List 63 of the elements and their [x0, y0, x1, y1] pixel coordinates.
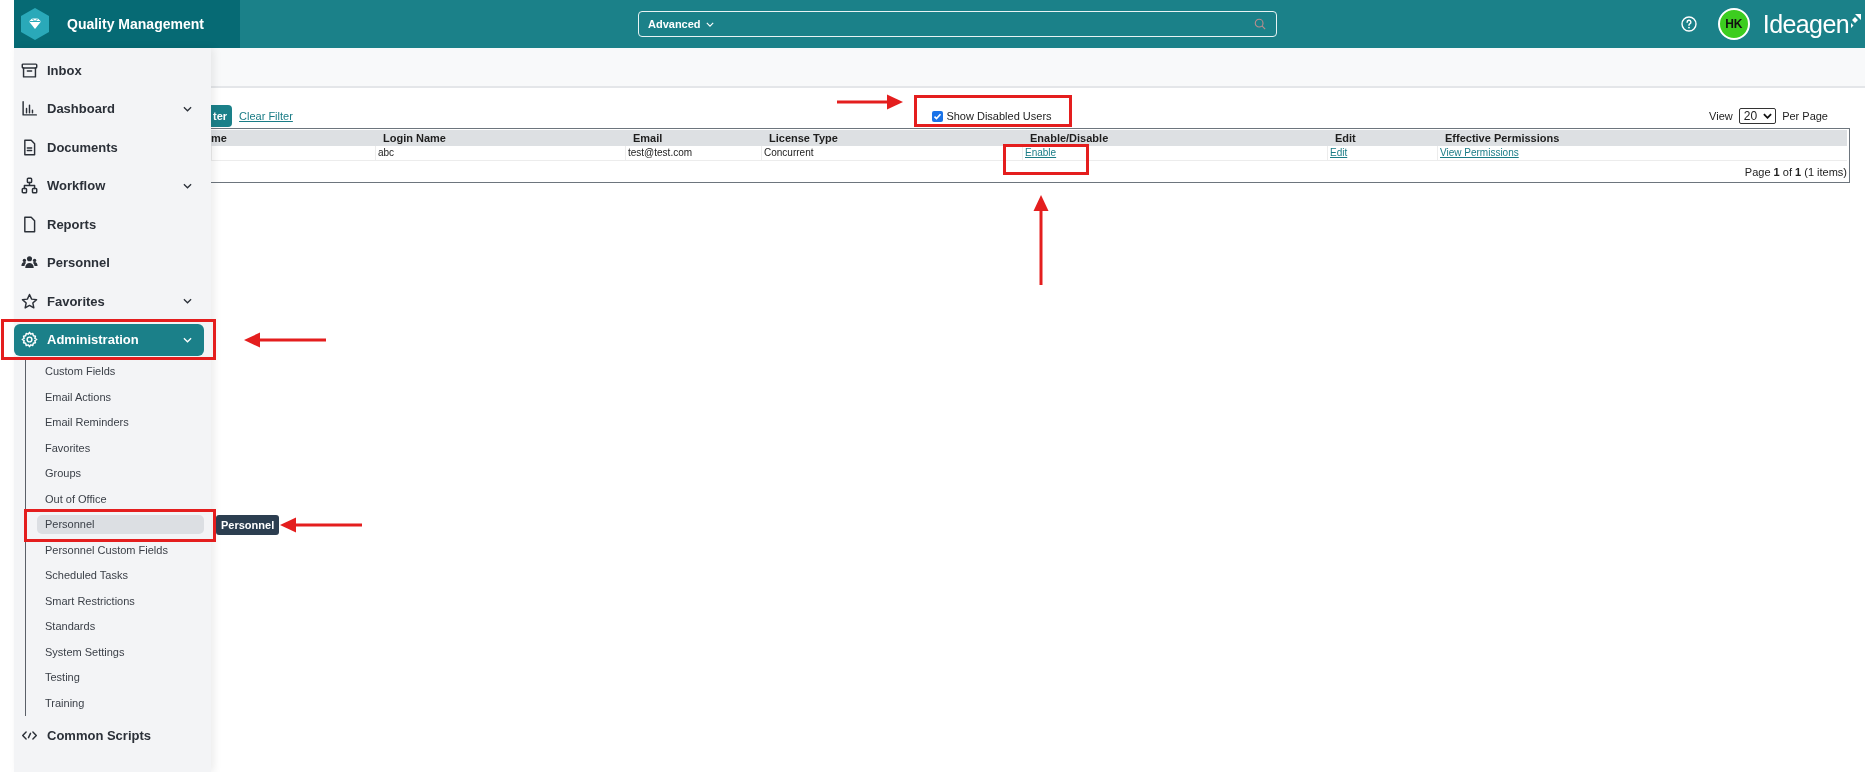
- submenu-item[interactable]: System Settings: [37, 642, 204, 662]
- column-header: Edit: [1334, 132, 1357, 144]
- checkbox-label[interactable]: Show Disabled Users: [946, 110, 1052, 122]
- table-link[interactable]: Enable: [1025, 147, 1057, 158]
- clear-filter-link[interactable]: Clear Filter: [239, 110, 293, 122]
- submenu-item[interactable]: Out of Office: [37, 489, 204, 509]
- page-icon: [21, 215, 38, 233]
- user-avatar[interactable]: HK: [1717, 8, 1750, 40]
- nav-item[interactable]: Inbox: [14, 54, 204, 87]
- column-header: Email: [632, 132, 664, 144]
- tooltip: Personnel: [216, 515, 280, 536]
- submenu-item[interactable]: Custom Fields: [37, 362, 204, 382]
- settings-icon: [21, 331, 38, 349]
- checkbox[interactable]: [932, 110, 944, 122]
- chevron-down-icon: [705, 21, 714, 27]
- bar-chart-icon: [21, 100, 38, 118]
- inbox-icon: [21, 61, 38, 79]
- submenu-item[interactable]: Favorites: [37, 438, 204, 458]
- nav-item[interactable]: Favorites: [14, 285, 204, 318]
- star-icon: [21, 292, 38, 310]
- table-cell: abc: [375, 146, 625, 161]
- nav-item[interactable]: Dashboard: [14, 92, 204, 125]
- submenu-item[interactable]: Scheduled Tasks: [37, 566, 204, 586]
- pagination-text: Page 1 of 1 (1 items): [1744, 165, 1847, 178]
- nav-item[interactable]: Common Scripts: [14, 719, 204, 752]
- search-field[interactable]: Advanced: [638, 11, 1277, 37]
- per-page-select[interactable]: 20: [1738, 108, 1777, 124]
- filter-button[interactable]: ter: [211, 105, 233, 127]
- column-header: me: [211, 132, 228, 144]
- nav-item[interactable]: Administration: [14, 323, 204, 356]
- table-cell: test@test.com: [625, 146, 761, 161]
- column-header: Enable/Disable: [1029, 132, 1110, 144]
- nav-item[interactable]: Workflow: [14, 169, 204, 202]
- app-title: Quality Management: [67, 16, 204, 32]
- caret-down-icon: [1763, 113, 1773, 119]
- submenu-item[interactable]: Email Actions: [37, 387, 204, 407]
- hierarchy-icon: [21, 177, 38, 195]
- table-link[interactable]: View Permissions: [1440, 147, 1519, 158]
- table-cell: Concurrent: [761, 146, 1022, 161]
- document-icon: [21, 138, 38, 156]
- column-header: Login Name: [382, 132, 447, 144]
- view-label: View: [1709, 110, 1733, 122]
- submenu-item[interactable]: Standards: [37, 617, 204, 637]
- per-page-label: Per Page: [1782, 110, 1828, 122]
- table-link[interactable]: Edit: [1330, 147, 1348, 158]
- submenu-item[interactable]: Email Reminders: [37, 413, 204, 433]
- nav-item[interactable]: Documents: [14, 131, 204, 164]
- search-scope-dropdown[interactable]: Advanced: [648, 18, 714, 30]
- logo-mark-icon: [1849, 14, 1861, 28]
- logo-icon: [21, 8, 49, 40]
- submenu-item[interactable]: Smart Restrictions: [37, 591, 204, 611]
- submenu-item[interactable]: Personnel: [37, 515, 204, 535]
- submenu-item[interactable]: Groups: [37, 464, 204, 484]
- nav-item[interactable]: Personnel: [14, 246, 204, 279]
- submenu-item[interactable]: Personnel Custom Fields: [37, 540, 204, 560]
- help-icon[interactable]: [1680, 16, 1697, 32]
- annotation-arrow: [837, 94, 904, 110]
- column-header: License Type: [768, 132, 839, 144]
- submenu-item[interactable]: Training: [37, 693, 204, 713]
- column-header: Effective Permissions: [1444, 132, 1561, 144]
- nav-item[interactable]: Reports: [14, 208, 204, 241]
- brand-logo-text: Ideagen: [1762, 9, 1849, 39]
- submenu-item[interactable]: Testing: [37, 668, 204, 688]
